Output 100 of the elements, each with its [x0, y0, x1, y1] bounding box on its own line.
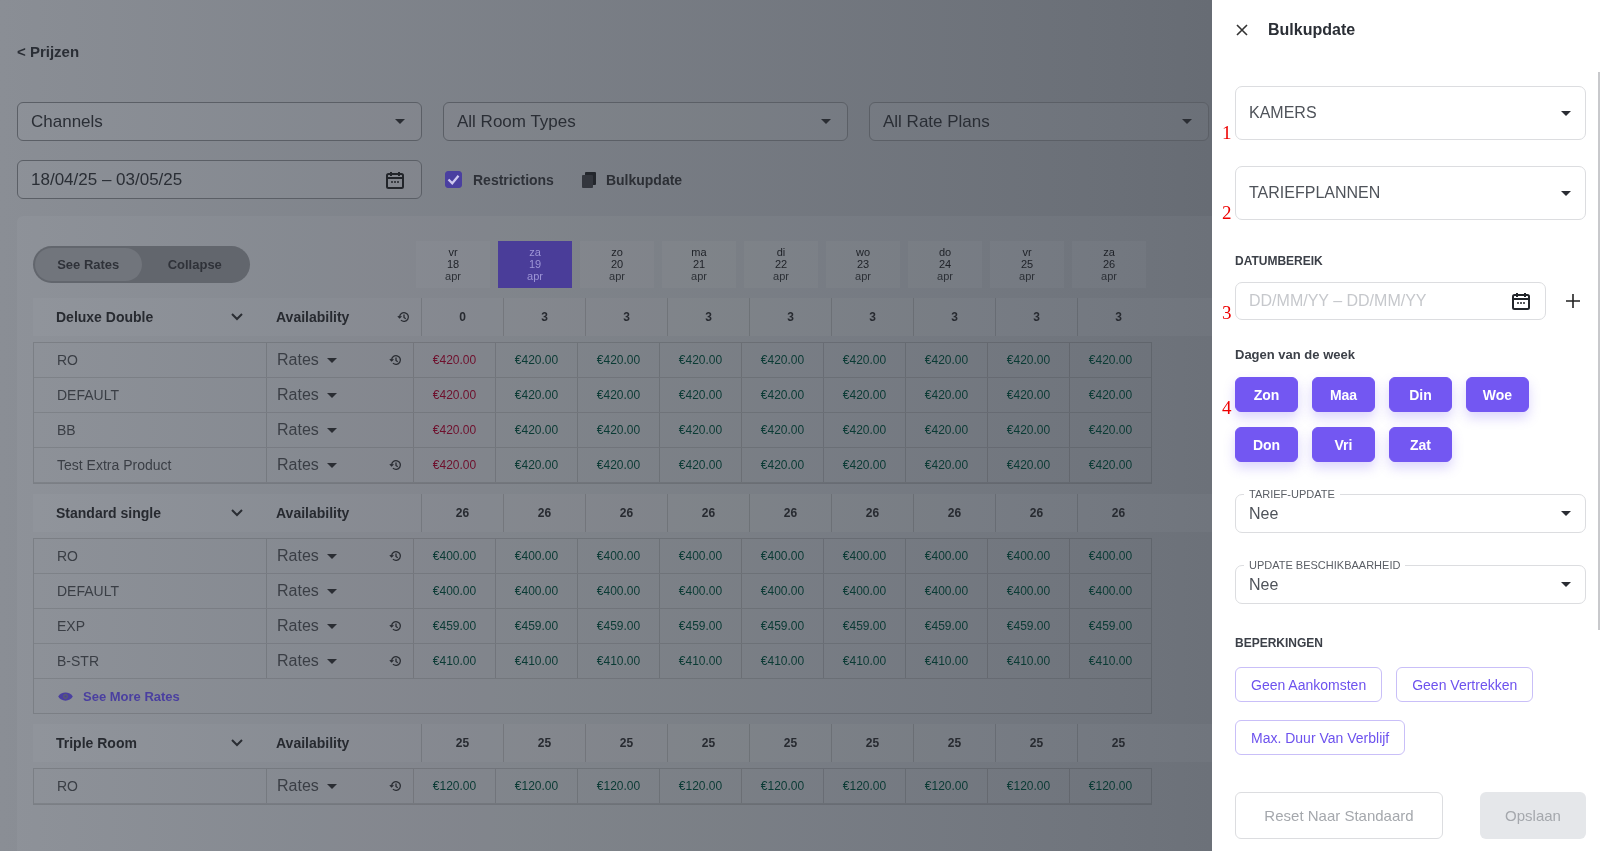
day-toggle[interactable]: Din	[1389, 377, 1452, 412]
price-cell[interactable]: €459.00	[577, 609, 659, 643]
day-toggle[interactable]: Woe	[1466, 377, 1529, 412]
price-cell[interactable]: €459.00	[495, 609, 577, 643]
date-range-field[interactable]: 18/04/25 – 03/05/25	[17, 160, 422, 199]
bulkupdate-link[interactable]: Bulkupdate	[581, 171, 683, 188]
price-cell[interactable]: €400.00	[823, 574, 905, 608]
price-cell[interactable]: €420.00	[905, 378, 987, 412]
price-cell[interactable]: €420.00	[1069, 413, 1151, 447]
price-cell[interactable]: €420.00	[905, 448, 987, 482]
price-cell[interactable]: €120.00	[1069, 769, 1151, 803]
availability-cell[interactable]: 25	[913, 724, 995, 762]
date-header[interactable]: za 26 apr	[1072, 240, 1146, 288]
price-cell[interactable]: €120.00	[905, 769, 987, 803]
price-cell[interactable]: €420.00	[413, 378, 495, 412]
price-cell[interactable]: €420.00	[741, 378, 823, 412]
price-cell[interactable]: €410.00	[905, 644, 987, 678]
date-header[interactable]: zo 20 apr	[580, 240, 654, 288]
date-header[interactable]: za 19 apr	[498, 240, 572, 288]
price-cell[interactable]: €410.00	[1069, 644, 1151, 678]
price-cell[interactable]: €459.00	[741, 609, 823, 643]
price-cell[interactable]: €400.00	[741, 539, 823, 573]
price-cell[interactable]: €420.00	[1069, 448, 1151, 482]
history-icon[interactable]	[389, 353, 403, 367]
price-cell[interactable]: €420.00	[905, 343, 987, 377]
availability-cell[interactable]: 25	[831, 724, 913, 762]
price-cell[interactable]: €400.00	[987, 574, 1069, 608]
price-cell[interactable]: €420.00	[495, 343, 577, 377]
availability-cell[interactable]: 25	[1077, 724, 1159, 762]
price-cell[interactable]: €420.00	[987, 343, 1069, 377]
history-icon[interactable]	[389, 654, 403, 668]
price-cell[interactable]: €420.00	[659, 448, 741, 482]
date-header[interactable]: ma 21 apr	[662, 240, 736, 288]
rates-dropdown[interactable]: Rates	[277, 421, 337, 439]
availability-cell[interactable]: 3	[1077, 298, 1159, 336]
price-cell[interactable]: €420.00	[1069, 343, 1151, 377]
availability-cell[interactable]: 25	[421, 724, 503, 762]
availability-cell[interactable]: 25	[667, 724, 749, 762]
price-cell[interactable]: €410.00	[823, 644, 905, 678]
day-toggle[interactable]: Maa	[1312, 377, 1375, 412]
day-toggle[interactable]: Zat	[1389, 427, 1452, 462]
price-cell[interactable]: €400.00	[495, 574, 577, 608]
price-cell[interactable]: €400.00	[905, 539, 987, 573]
price-cell[interactable]: €420.00	[1069, 378, 1151, 412]
rates-dropdown[interactable]: Rates	[277, 547, 337, 565]
chevron-icon[interactable]	[231, 739, 243, 747]
price-cell[interactable]: €420.00	[823, 413, 905, 447]
price-cell[interactable]: €400.00	[987, 539, 1069, 573]
availability-cell[interactable]: 26	[503, 494, 585, 532]
date-range-field[interactable]: DD/MM/YY – DD/MM/YY	[1235, 282, 1546, 320]
availability-cell[interactable]: 26	[913, 494, 995, 532]
filter-dropdown[interactable]: Channels	[17, 102, 422, 141]
price-cell[interactable]: €420.00	[659, 343, 741, 377]
availability-cell[interactable]: 3	[831, 298, 913, 336]
rates-dropdown[interactable]: Rates	[277, 351, 337, 369]
price-cell[interactable]: €400.00	[413, 539, 495, 573]
price-cell[interactable]: €420.00	[823, 448, 905, 482]
price-cell[interactable]: €400.00	[495, 539, 577, 573]
restriction-button[interactable]: Geen Aankomsten	[1235, 667, 1383, 702]
checkbox[interactable]	[445, 171, 462, 188]
price-cell[interactable]: €400.00	[741, 574, 823, 608]
availability-cell[interactable]: 3	[913, 298, 995, 336]
see-more-link[interactable]: See More Rates	[57, 688, 180, 704]
availability-cell[interactable]: 3	[749, 298, 831, 336]
price-cell[interactable]: €400.00	[577, 574, 659, 608]
availability-cell[interactable]: 26	[831, 494, 913, 532]
price-cell[interactable]: €459.00	[1069, 609, 1151, 643]
availability-cell[interactable]: 25	[585, 724, 667, 762]
price-cell[interactable]: €410.00	[659, 644, 741, 678]
price-cell[interactable]: €420.00	[659, 378, 741, 412]
rates-dropdown[interactable]: Rates	[277, 617, 337, 635]
availability-cell[interactable]: 25	[503, 724, 585, 762]
price-cell[interactable]: €420.00	[495, 448, 577, 482]
price-cell[interactable]: €420.00	[495, 378, 577, 412]
rates-dropdown[interactable]: Rates	[277, 777, 337, 795]
price-cell[interactable]: €410.00	[741, 644, 823, 678]
rates-dropdown[interactable]: Rates	[277, 456, 337, 474]
price-cell[interactable]: €420.00	[577, 343, 659, 377]
history-icon[interactable]	[389, 458, 403, 472]
price-cell[interactable]: €420.00	[577, 413, 659, 447]
price-cell[interactable]: €420.00	[823, 343, 905, 377]
price-cell[interactable]: €420.00	[577, 378, 659, 412]
price-cell[interactable]: €400.00	[413, 574, 495, 608]
availability-cell[interactable]: 25	[749, 724, 831, 762]
availability-cell[interactable]: 3	[667, 298, 749, 336]
price-cell[interactable]: €459.00	[987, 609, 1069, 643]
select-field[interactable]: KAMERS	[1235, 86, 1586, 140]
price-cell[interactable]: €120.00	[741, 769, 823, 803]
price-cell[interactable]: €420.00	[987, 413, 1069, 447]
price-cell[interactable]: €400.00	[659, 574, 741, 608]
chevron-icon[interactable]	[231, 313, 243, 321]
date-header[interactable]: wo 23 apr	[826, 240, 900, 288]
price-cell[interactable]: €400.00	[659, 539, 741, 573]
price-cell[interactable]: €120.00	[495, 769, 577, 803]
price-cell[interactable]: €459.00	[413, 609, 495, 643]
price-cell[interactable]: €420.00	[987, 448, 1069, 482]
rates-dropdown[interactable]: Rates	[277, 582, 337, 600]
price-cell[interactable]: €400.00	[1069, 574, 1151, 608]
history-icon[interactable]	[389, 549, 403, 563]
price-cell[interactable]: €120.00	[413, 769, 495, 803]
